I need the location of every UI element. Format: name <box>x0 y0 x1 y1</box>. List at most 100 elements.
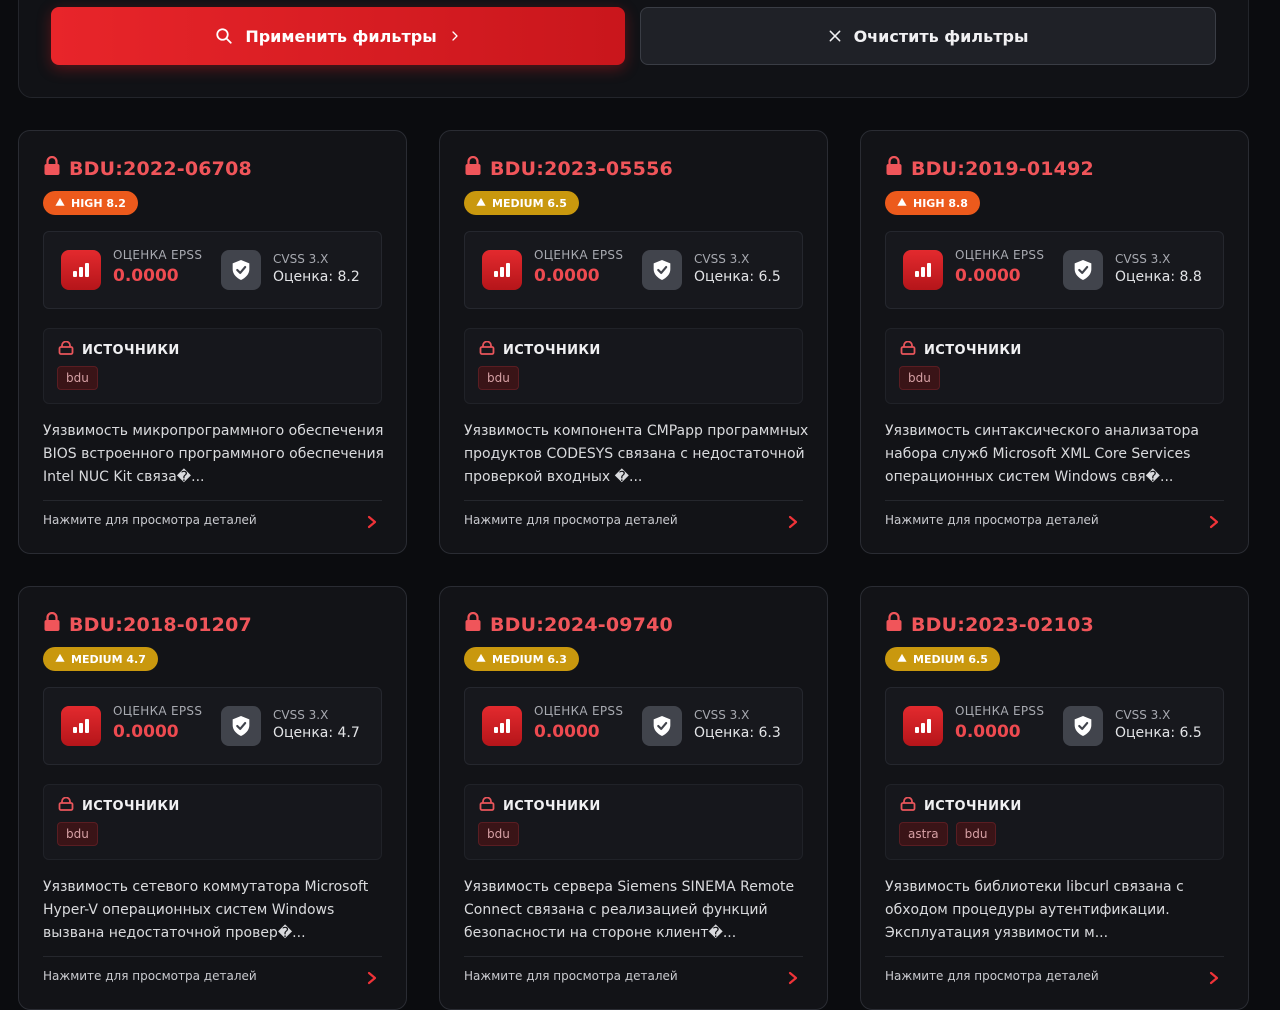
vulnerability-title[interactable]: BDU:2023-02103 <box>885 611 1094 637</box>
vulnerability-title[interactable]: BDU:2022-06708 <box>43 155 252 181</box>
cvss-label: CVSS 3.X <box>1115 252 1171 266</box>
epss-value: 0.0000 <box>534 722 600 742</box>
lock-icon <box>464 611 482 637</box>
apply-filters-label: Применить фильтры <box>245 26 437 46</box>
lock-icon <box>43 611 61 637</box>
lock-outline-icon <box>58 796 74 815</box>
divider <box>43 500 382 501</box>
details-hint[interactable]: Нажмите для просмотра деталей <box>43 513 257 527</box>
vulnerability-card[interactable]: BDU:2024-09740 MEDIUM 6.3 ОЦЕНКА EPSS 0.000… <box>439 586 828 1010</box>
vulnerability-id: BDU:2023-02103 <box>911 613 1094 636</box>
details-hint[interactable]: Нажмите для просмотра деталей <box>464 969 678 983</box>
vulnerability-description: Уязвимость синтаксического анализатора н… <box>885 423 1199 485</box>
cvss-label: CVSS 3.X <box>273 252 329 266</box>
bar-chart-icon <box>482 706 522 746</box>
severity-label: HIGH 8.8 <box>913 196 968 210</box>
warning-icon <box>897 197 907 210</box>
severity-label: MEDIUM 4.7 <box>71 652 146 666</box>
warning-icon <box>897 653 907 666</box>
chevron-right-icon[interactable] <box>788 970 798 989</box>
vulnerability-title[interactable]: BDU:2023-05556 <box>464 155 673 181</box>
source-tag: bdu <box>899 366 940 390</box>
severity-badge: HIGH 8.8 <box>885 191 980 215</box>
sources-panel: ИСТОЧНИКИ astra bdu <box>885 784 1224 860</box>
cvss-score: Оценка: 8.8 <box>1115 269 1202 285</box>
apply-filters-button[interactable]: Применить фильтры <box>51 7 625 65</box>
vulnerability-id: BDU:2022-06708 <box>69 157 252 180</box>
metrics-panel: ОЦЕНКА EPSS 0.0000 CVSS 3.X Оценка: 6.5 <box>464 231 803 309</box>
vulnerability-card[interactable]: BDU:2018-01207 MEDIUM 4.7 ОЦЕНКА EPSS 0.000… <box>18 586 407 1010</box>
shield-check-icon <box>221 250 261 290</box>
vulnerability-id: BDU:2018-01207 <box>69 613 252 636</box>
vulnerability-card[interactable]: BDU:2022-06708 HIGH 8.2 ОЦЕНКА EPSS 0.0000 C… <box>18 130 407 554</box>
clear-filters-label: Очистить фильтры <box>853 26 1029 46</box>
epss-value: 0.0000 <box>955 266 1021 286</box>
chevron-right-icon[interactable] <box>1209 970 1219 989</box>
cvss-label: CVSS 3.X <box>1115 708 1171 722</box>
source-tags: bdu <box>57 366 98 390</box>
sources-heading: ИСТОЧНИКИ <box>900 796 1022 815</box>
vulnerability-id: BDU:2024-09740 <box>490 613 673 636</box>
source-tag: bdu <box>478 366 519 390</box>
severity-label: MEDIUM 6.3 <box>492 652 567 666</box>
details-hint[interactable]: Нажмите для просмотра деталей <box>885 969 1099 983</box>
metrics-panel: ОЦЕНКА EPSS 0.0000 CVSS 3.X Оценка: 8.2 <box>43 231 382 309</box>
vulnerability-card[interactable]: BDU:2023-05556 MEDIUM 6.5 ОЦЕНКА EPSS 0.000… <box>439 130 828 554</box>
lock-icon <box>43 155 61 181</box>
bar-chart-icon <box>61 706 101 746</box>
bar-chart-icon <box>482 250 522 290</box>
source-tag: bdu <box>57 822 98 846</box>
chevron-right-icon[interactable] <box>367 514 377 533</box>
details-hint[interactable]: Нажмите для просмотра деталей <box>464 513 678 527</box>
warning-icon <box>476 653 486 666</box>
details-hint[interactable]: Нажмите для просмотра деталей <box>43 969 257 983</box>
chevron-right-icon[interactable] <box>367 970 377 989</box>
vulnerability-title[interactable]: BDU:2019-01492 <box>885 155 1094 181</box>
vulnerability-title[interactable]: BDU:2024-09740 <box>464 611 673 637</box>
epss-value: 0.0000 <box>955 722 1021 742</box>
source-tags: astra bdu <box>899 822 997 846</box>
lock-icon <box>885 611 903 637</box>
severity-label: HIGH 8.2 <box>71 196 126 210</box>
cvss-score: Оценка: 8.2 <box>273 269 360 285</box>
divider <box>885 500 1224 501</box>
lock-outline-icon <box>900 796 916 815</box>
vulnerability-card[interactable]: BDU:2023-02103 MEDIUM 6.5 ОЦЕНКА EPSS 0.000… <box>860 586 1249 1010</box>
lock-outline-icon <box>479 796 495 815</box>
cvss-score: Оценка: 6.5 <box>694 269 781 285</box>
clear-filters-button[interactable]: Очистить фильтры <box>640 7 1216 65</box>
source-tags: bdu <box>478 822 519 846</box>
severity-badge: MEDIUM 6.5 <box>885 647 1000 671</box>
severity-badge: MEDIUM 6.5 <box>464 191 579 215</box>
source-tag: bdu <box>955 822 997 846</box>
sources-heading: ИСТОЧНИКИ <box>58 796 180 815</box>
divider <box>464 956 803 957</box>
chevron-right-icon[interactable] <box>1209 514 1219 533</box>
shield-check-icon <box>1063 250 1103 290</box>
vulnerability-card[interactable]: BDU:2019-01492 HIGH 8.8 ОЦЕНКА EPSS 0.0000 C… <box>860 130 1249 554</box>
sources-heading: ИСТОЧНИКИ <box>900 340 1022 359</box>
vulnerability-id: BDU:2019-01492 <box>911 157 1094 180</box>
vulnerability-description: Уязвимость микропрограммного обеспечения… <box>43 423 384 485</box>
search-icon <box>215 27 233 45</box>
details-hint[interactable]: Нажмите для просмотра деталей <box>885 513 1099 527</box>
epss-value: 0.0000 <box>534 266 600 286</box>
divider <box>885 956 1224 957</box>
cvss-label: CVSS 3.X <box>694 252 750 266</box>
vulnerability-description: Уязвимость сетевого коммутатора Microsof… <box>43 879 369 941</box>
warning-icon <box>55 197 65 210</box>
cvss-score: Оценка: 6.3 <box>694 725 781 741</box>
divider <box>43 956 382 957</box>
vulnerability-title[interactable]: BDU:2018-01207 <box>43 611 252 637</box>
sources-label: ИСТОЧНИКИ <box>82 342 180 358</box>
shield-check-icon <box>642 706 682 746</box>
cvss-label: CVSS 3.X <box>273 708 329 722</box>
lock-icon <box>885 155 903 181</box>
chevron-right-icon[interactable] <box>788 514 798 533</box>
sources-panel: ИСТОЧНИКИ bdu <box>43 784 382 860</box>
chevron-right-icon <box>449 30 461 42</box>
sources-heading: ИСТОЧНИКИ <box>479 340 601 359</box>
severity-badge: HIGH 8.2 <box>43 191 138 215</box>
sources-label: ИСТОЧНИКИ <box>503 342 601 358</box>
lock-icon <box>464 155 482 181</box>
